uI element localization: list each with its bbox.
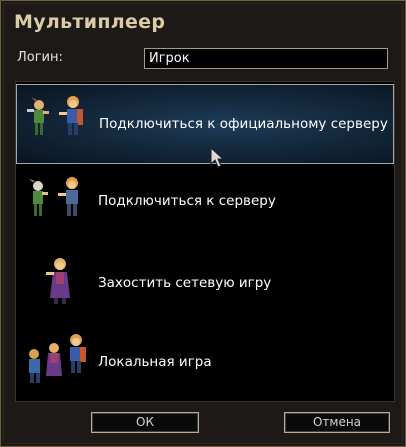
list-item-official-server[interactable]: Подключиться к официальному серверу	[16, 84, 394, 164]
cancel-button[interactable]: Отмена	[284, 412, 390, 433]
two-warriors-icon	[29, 177, 78, 216]
option-label: Локальная игра	[98, 354, 212, 370]
party-icon	[29, 334, 86, 383]
list-item-connect-server[interactable]: Подключиться к серверу	[16, 164, 394, 244]
option-label: Захостить сетевую игру	[98, 275, 272, 291]
mouse-cursor-icon	[210, 147, 224, 168]
list-item-host-game[interactable]: Захостить сетевую игру	[16, 244, 394, 324]
option-label: Подключиться к официальному серверу	[99, 116, 388, 132]
mode-list: Подключиться к официальному серверу Подк…	[15, 81, 395, 402]
ok-button[interactable]: ОК	[91, 412, 199, 433]
login-input[interactable]	[144, 48, 388, 69]
two-warriors-icon	[27, 96, 83, 135]
login-label: Логин:	[17, 50, 63, 65]
list-item-local-game[interactable]: Локальная игра	[16, 324, 394, 404]
mage-icon	[46, 258, 70, 304]
option-label: Подключиться к серверу	[98, 193, 276, 209]
dialog-title: Мультиплеер	[14, 11, 166, 33]
multiplayer-dialog: Мультиплеер Логин: Игрок Подключиться к …	[0, 0, 406, 447]
